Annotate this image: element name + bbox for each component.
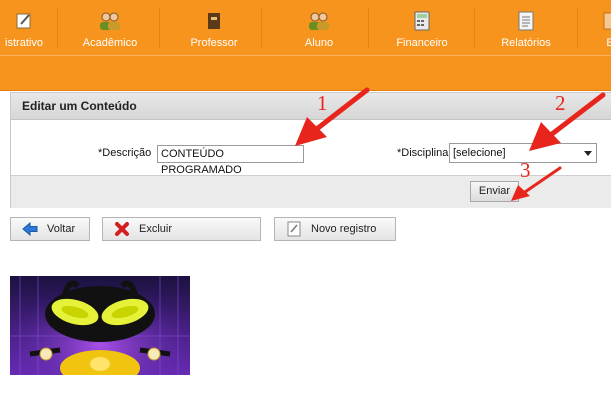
novo-registro-button[interactable]: Novo registro bbox=[274, 217, 396, 241]
nav-label: istrativo bbox=[5, 37, 43, 49]
arrow-left-icon bbox=[21, 221, 39, 237]
delete-x-icon bbox=[113, 221, 131, 237]
users-icon bbox=[306, 10, 332, 32]
annotation-number-2: 2 bbox=[555, 91, 566, 115]
voltar-label: Voltar bbox=[47, 223, 76, 235]
nav-item-academico[interactable]: Acadêmico bbox=[68, 0, 152, 55]
panel-title: Editar um Conteúdo bbox=[11, 93, 611, 120]
robot-mascot-image bbox=[10, 276, 190, 386]
descricao-input[interactable]: CONTEÚDO PROGRAMADO bbox=[157, 145, 304, 176]
excluir-label: Excluir bbox=[139, 223, 173, 235]
new-document-icon bbox=[285, 221, 303, 237]
enviar-button[interactable]: Enviar bbox=[470, 181, 519, 202]
edit-content-panel: Editar um Conteúdo *Descrição CONTEÚDO P… bbox=[10, 92, 611, 208]
nav-divider bbox=[159, 8, 160, 48]
nav-item-aluno[interactable]: Aluno bbox=[282, 0, 356, 55]
nav-divider bbox=[261, 8, 262, 48]
book-icon bbox=[206, 10, 222, 32]
notepad-icon bbox=[15, 10, 33, 32]
calculator-icon bbox=[414, 10, 430, 32]
novo-registro-label: Novo registro bbox=[311, 223, 377, 235]
nav-divider bbox=[577, 8, 578, 48]
nav-label: E bbox=[606, 37, 611, 49]
nav-divider bbox=[57, 8, 58, 48]
nav-item-professor[interactable]: Professor bbox=[174, 0, 254, 55]
annotation-number-3: 3 bbox=[520, 158, 531, 182]
main-menu: istrativo Acadêmico Professor Aluno Fina… bbox=[0, 0, 611, 56]
users-icon bbox=[97, 10, 123, 32]
chevron-down-icon bbox=[584, 151, 592, 156]
voltar-button[interactable]: Voltar bbox=[10, 217, 90, 241]
nav-divider bbox=[474, 8, 475, 48]
excluir-button[interactable]: Excluir bbox=[102, 217, 261, 241]
nav-item-administrativo[interactable]: istrativo bbox=[0, 0, 54, 55]
nav-item-financeiro[interactable]: Financeiro bbox=[381, 0, 463, 55]
nav-label: Aluno bbox=[304, 37, 334, 49]
generic-icon bbox=[603, 10, 611, 32]
disciplina-selected-value: [selecione] bbox=[453, 147, 506, 159]
nav-divider bbox=[368, 8, 369, 48]
top-navigation-bar: istrativo Acadêmico Professor Aluno Fina… bbox=[0, 0, 611, 91]
annotation-number-1: 1 bbox=[317, 91, 328, 115]
nav-label: Financeiro bbox=[396, 37, 448, 49]
nav-item-relatorios[interactable]: Relatórios bbox=[485, 0, 567, 55]
nav-label: Professor bbox=[190, 37, 238, 49]
report-icon bbox=[518, 10, 534, 32]
nav-item-more[interactable]: E bbox=[590, 0, 611, 55]
nav-label: Relatórios bbox=[501, 37, 551, 49]
descricao-label: *Descrição bbox=[98, 147, 152, 159]
nav-label: Acadêmico bbox=[82, 37, 138, 49]
disciplina-label: *Disciplina bbox=[397, 147, 449, 159]
